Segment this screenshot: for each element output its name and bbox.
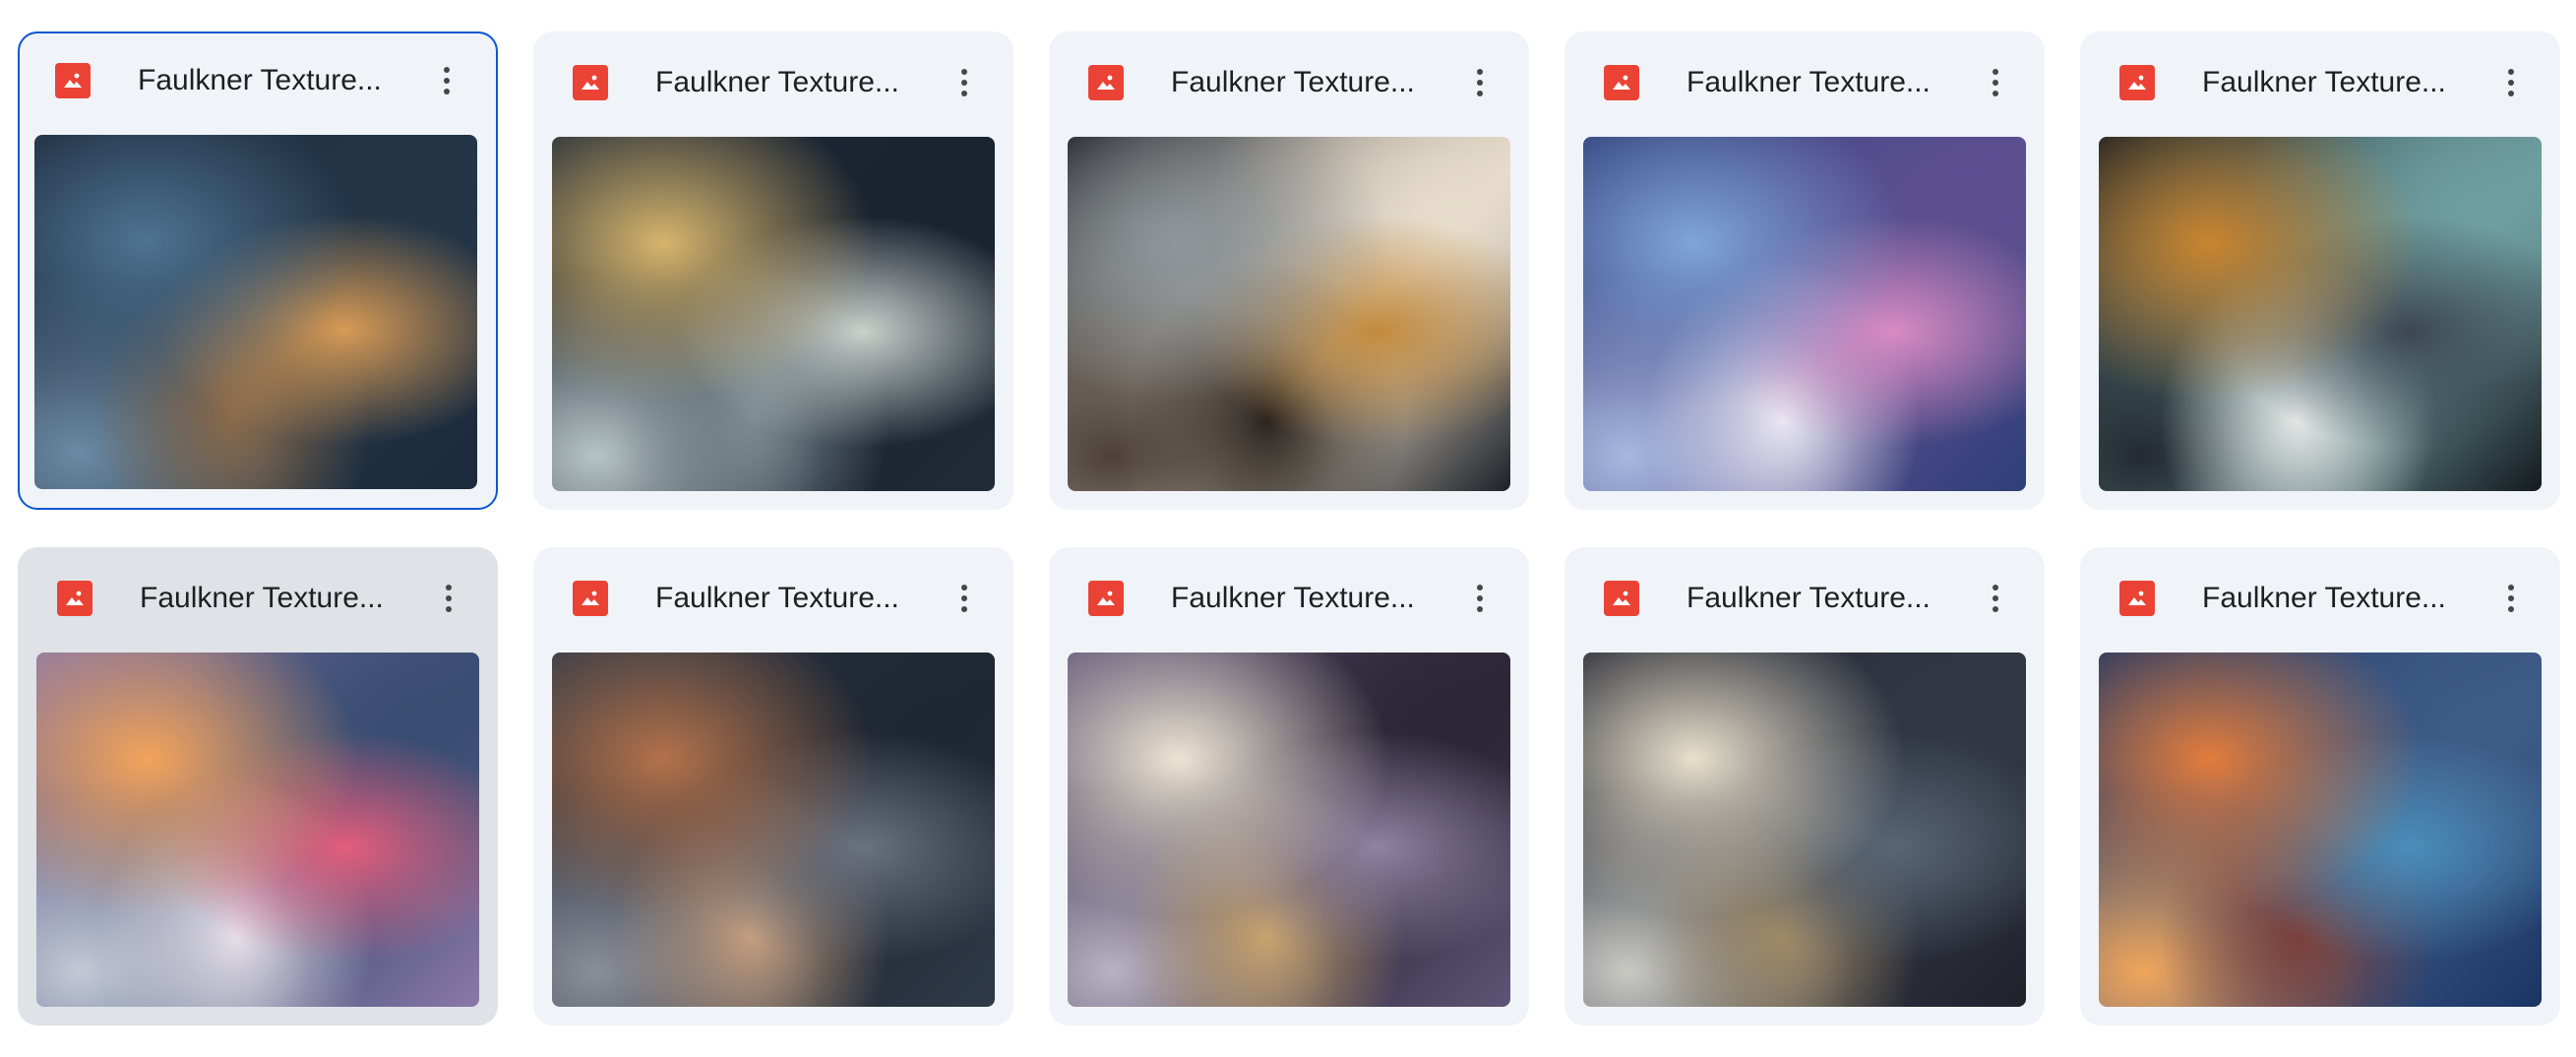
image-thumbnail[interactable] [1583, 137, 2026, 491]
image-file-icon [2119, 65, 2155, 100]
file-card-header: Faulkner Texture... [2082, 549, 2558, 652]
file-title[interactable]: Faulkner Texture... [138, 61, 423, 100]
image-thumbnail[interactable] [34, 135, 477, 489]
file-card-header: Faulkner Texture... [1051, 549, 1527, 652]
file-card-header: Faulkner Texture... [18, 31, 494, 134]
image-thumbnail[interactable] [2099, 137, 2542, 491]
file-title[interactable]: Faulkner Texture... [655, 63, 941, 102]
more-actions-button[interactable] [941, 59, 988, 106]
file-card[interactable]: Faulkner Texture... [1564, 547, 2045, 1026]
file-card[interactable]: Faulkner Texture... [1049, 31, 1529, 510]
more-actions-button[interactable] [2487, 59, 2535, 106]
file-card[interactable]: Faulkner Texture... [2080, 547, 2560, 1026]
image-thumbnail[interactable] [552, 653, 995, 1007]
file-card-header: Faulkner Texture... [20, 549, 496, 652]
file-title[interactable]: Faulkner Texture... [1171, 579, 1456, 618]
image-file-icon [55, 63, 91, 98]
more-actions-button[interactable] [1972, 575, 2019, 622]
more-actions-button[interactable] [1456, 575, 1503, 622]
file-card-header: Faulkner Texture... [1566, 33, 2043, 136]
file-card[interactable]: Faulkner Texture... [18, 547, 498, 1026]
more-actions-button[interactable] [1456, 59, 1503, 106]
image-file-icon [1088, 581, 1124, 616]
file-card[interactable]: Faulkner Texture... [533, 31, 1013, 510]
image-thumbnail[interactable] [1583, 653, 2026, 1007]
file-title[interactable]: Faulkner Texture... [1171, 63, 1456, 102]
file-card-header: Faulkner Texture... [1051, 33, 1527, 136]
file-title[interactable]: Faulkner Texture... [1687, 63, 1972, 102]
image-file-icon [2119, 581, 2155, 616]
file-title[interactable]: Faulkner Texture... [2202, 579, 2487, 618]
image-file-icon [1088, 65, 1124, 100]
image-file-icon [57, 581, 92, 616]
file-card-header: Faulkner Texture... [1566, 549, 2043, 652]
image-file-icon [573, 581, 608, 616]
more-actions-button[interactable] [423, 57, 470, 104]
file-card-header: Faulkner Texture... [2082, 33, 2558, 136]
more-actions-button[interactable] [425, 575, 472, 622]
image-file-icon [1604, 581, 1639, 616]
more-actions-button[interactable] [941, 575, 988, 622]
file-card-header: Faulkner Texture... [535, 33, 1012, 136]
file-card[interactable]: Faulkner Texture... [1564, 31, 2045, 510]
more-actions-button[interactable] [1972, 59, 2019, 106]
image-thumbnail[interactable] [1068, 137, 1510, 491]
file-title[interactable]: Faulkner Texture... [655, 579, 941, 618]
image-thumbnail[interactable] [2099, 653, 2542, 1007]
image-file-icon [573, 65, 608, 100]
file-title[interactable]: Faulkner Texture... [140, 579, 425, 618]
file-card[interactable]: Faulkner Texture... [1049, 547, 1529, 1026]
image-thumbnail[interactable] [552, 137, 995, 491]
file-grid: Faulkner Texture... Faulkner Texture... Fa… [0, 0, 2576, 1057]
file-title[interactable]: Faulkner Texture... [2202, 63, 2487, 102]
file-card[interactable]: Faulkner Texture... [2080, 31, 2560, 510]
image-thumbnail[interactable] [36, 653, 479, 1007]
file-title[interactable]: Faulkner Texture... [1687, 579, 1972, 618]
more-actions-button[interactable] [2487, 575, 2535, 622]
image-file-icon [1604, 65, 1639, 100]
file-card[interactable]: Faulkner Texture... [18, 31, 498, 510]
file-card[interactable]: Faulkner Texture... [533, 547, 1013, 1026]
file-card-header: Faulkner Texture... [535, 549, 1012, 652]
image-thumbnail[interactable] [1068, 653, 1510, 1007]
